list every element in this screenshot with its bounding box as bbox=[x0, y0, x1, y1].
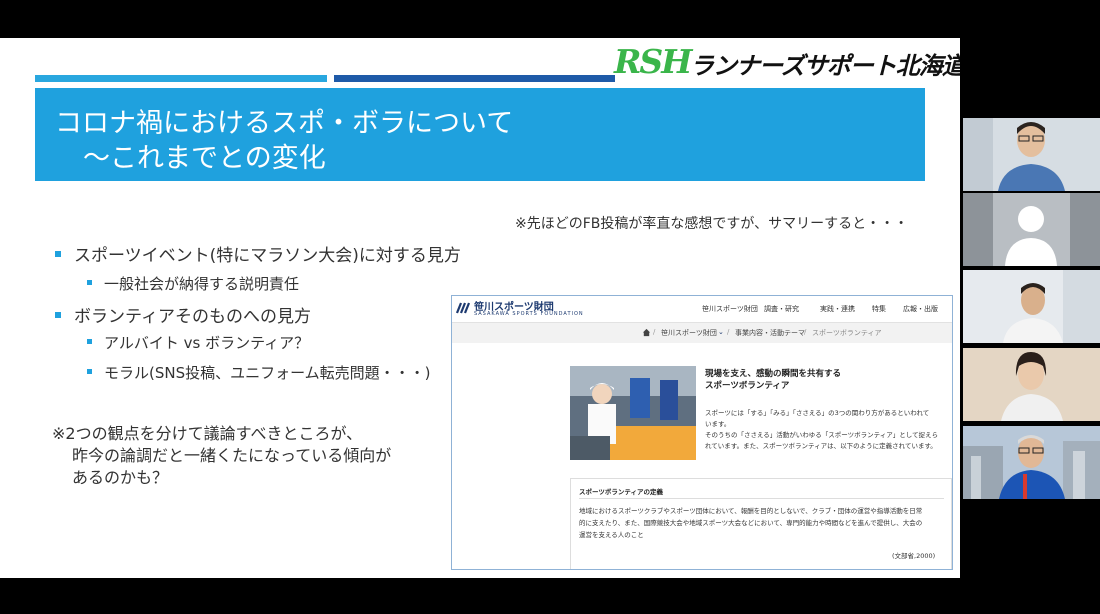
website-header: 笹川スポーツ財団 SASAKAWA SPORTS FOUNDATION 笹川スポ… bbox=[452, 296, 952, 323]
ssf-logo-icon bbox=[456, 302, 471, 314]
bullet-item: スポーツイベント(特にマラソン大会)に対する見方 bbox=[55, 241, 461, 266]
sub-bullet-item: モラル(SNS投稿、ユニフォーム転売問題・・・) bbox=[87, 362, 431, 383]
user-placeholder-icon bbox=[963, 193, 1100, 266]
divider bbox=[579, 498, 944, 499]
bullet-square-icon bbox=[55, 251, 61, 257]
bullet-square-icon bbox=[87, 280, 92, 285]
definition-box: スポーツボランティアの定義 地域におけるスポーツクラブやスポーツ団体において、報… bbox=[570, 478, 952, 569]
slide-title-line2: 〜これまでとの変化 bbox=[83, 143, 326, 174]
definition-source: (文部省,2000) bbox=[892, 552, 936, 560]
summary-note: ※先ほどのFB投稿が率直な感想ですが、サマリーすると・・・ bbox=[515, 216, 909, 232]
participant-video-tile[interactable] bbox=[963, 193, 1100, 266]
accent-bar-light bbox=[35, 75, 327, 82]
participant-video-tile[interactable] bbox=[963, 426, 1100, 499]
website-nav-item[interactable]: 実践・連携 bbox=[820, 304, 855, 314]
bullet-square-icon bbox=[55, 312, 61, 318]
breadcrumb-link[interactable]: 事業内容・活動テーマ bbox=[735, 328, 805, 338]
home-icon[interactable] bbox=[642, 328, 651, 337]
slide-title-line1: コロナ禍におけるスポ・ボラについて bbox=[55, 108, 514, 139]
bullet-square-icon bbox=[87, 369, 92, 374]
website-paragraph: スポーツには「する」「みる」「ささえる」の3つの関わり方があるといわれて います… bbox=[705, 409, 939, 450]
participant-avatar-photo bbox=[963, 118, 1100, 191]
participant-avatar-photo bbox=[963, 426, 1100, 499]
website-headline: 現場を支え、感動の瞬間を共有する スポーツボランティア bbox=[705, 369, 842, 391]
participant-avatar-photo bbox=[963, 270, 1100, 343]
chevron-down-icon: ⌄ bbox=[718, 328, 724, 336]
website-nav-item[interactable]: 広報・出版 bbox=[903, 304, 938, 314]
participant-video-tile[interactable] bbox=[963, 270, 1100, 343]
volunteer-photo bbox=[570, 366, 696, 460]
website-screenshot: 笹川スポーツ財団 SASAKAWA SPORTS FOUNDATION 笹川スポ… bbox=[451, 295, 953, 570]
website-nav-item[interactable]: 調査・研究 bbox=[764, 304, 799, 314]
accent-bar-dark bbox=[334, 75, 615, 82]
definition-title: スポーツボランティアの定義 bbox=[579, 488, 663, 496]
website-breadcrumb: / 笹川スポーツ財団 ⌄ / 事業内容・活動テーマ / スポーツボランティア bbox=[452, 323, 952, 343]
participant-video-tile[interactable] bbox=[963, 118, 1100, 191]
rsh-logo: RSH ランナーズサポート北海道 bbox=[612, 42, 960, 82]
definition-body: 地域におけるスポーツクラブやスポーツ団体において、報酬を目的としないで、クラブ・… bbox=[579, 507, 923, 539]
breadcrumb-current: スポーツボランティア bbox=[812, 329, 882, 337]
remark-text: ※2つの観点を分けて議論すべきところが、 昨今の論調だと一緒くたになっている傾向… bbox=[52, 424, 392, 487]
participant-avatar-photo bbox=[963, 348, 1100, 421]
slide-title-box: コロナ禍におけるスポ・ボラについて 〜これまでとの変化 bbox=[35, 88, 925, 181]
participant-video-tile[interactable] bbox=[963, 348, 1100, 421]
logo-text: ランナーズサポート北海道 bbox=[690, 52, 960, 80]
sub-bullet-item: アルバイト vs ボランティア？ bbox=[87, 332, 309, 353]
sub-bullet-item: 一般社会が納得する説明責任 bbox=[87, 273, 299, 294]
logo-mark: RSH bbox=[614, 42, 692, 81]
website-org-subtitle: SASAKAWA SPORTS FOUNDATION bbox=[474, 311, 584, 317]
bullet-square-icon bbox=[87, 339, 92, 344]
website-nav-item[interactable]: 笹川スポーツ財団 bbox=[702, 304, 758, 314]
breadcrumb-link[interactable]: 笹川スポーツ財団 bbox=[661, 328, 717, 338]
bullet-item: ボランティアそのものへの見方 bbox=[55, 302, 311, 327]
website-nav-item[interactable]: 特集 bbox=[872, 304, 886, 314]
presentation-slide: RSH ランナーズサポート北海道 コロナ禍におけるスポ・ボラについて 〜これまで… bbox=[0, 38, 960, 578]
